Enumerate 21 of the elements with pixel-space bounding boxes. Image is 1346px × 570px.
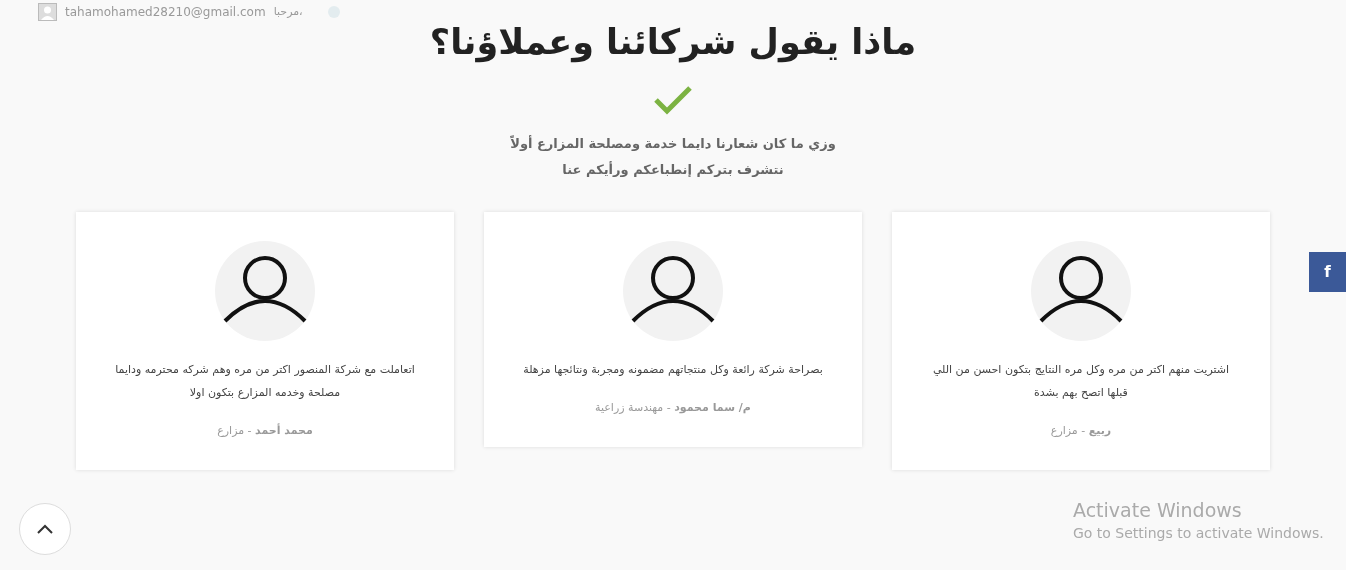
section-title: ماذا يقول شركائنا وعملاؤنا؟ — [429, 21, 917, 65]
activation-message: Go to Settings to activate Windows. — [1073, 524, 1324, 543]
testimonial-author: ربيع - مزارع — [1050, 423, 1112, 439]
testimonial-text: اتعاملت مع شركة المنصور اكتر من مره وهم شركه محترمه ودايما مصلحة وخدمه المزارع بتكون اولا — [114, 362, 416, 401]
check-icon — [653, 84, 693, 116]
subtitle-line: وزي ما كان شعارنا دايما خدمة ومصلحة المزارع أولاً — [510, 134, 836, 153]
chevron-up-icon — [37, 524, 53, 534]
facebook-button[interactable]: f — [1309, 252, 1346, 292]
user-avatar-icon — [1031, 241, 1131, 341]
avatar-icon[interactable] — [38, 3, 57, 21]
testimonial-text: اشتريت منهم اكتر من مره وكل مره النتايج بتكون احسن من اللي قبلها اتصح بهم بشدة — [931, 362, 1231, 401]
testimonial-author: محمد أحمد - مزارع — [217, 423, 313, 439]
user-avatar-icon — [215, 241, 315, 341]
greeting-text: مرحبا، — [273, 3, 303, 20]
scroll-top-button[interactable] — [19, 503, 71, 555]
user-email: tahamohamed28210@gmail.com — [65, 4, 266, 21]
testimonial-author: م/ سما محمود - مهندسة زراعية — [595, 400, 751, 416]
testimonial-text: بصراحة شركة رائعة وكل منتجاتهم مضمونه ومجربة ونتائجها مزهلة — [522, 362, 824, 378]
activation-title: Activate Windows — [1073, 498, 1243, 523]
user-avatar-icon — [623, 241, 723, 341]
subtitle-line: نتشرف بتركم إنطباعكم ورأيكم عنا — [562, 160, 784, 179]
